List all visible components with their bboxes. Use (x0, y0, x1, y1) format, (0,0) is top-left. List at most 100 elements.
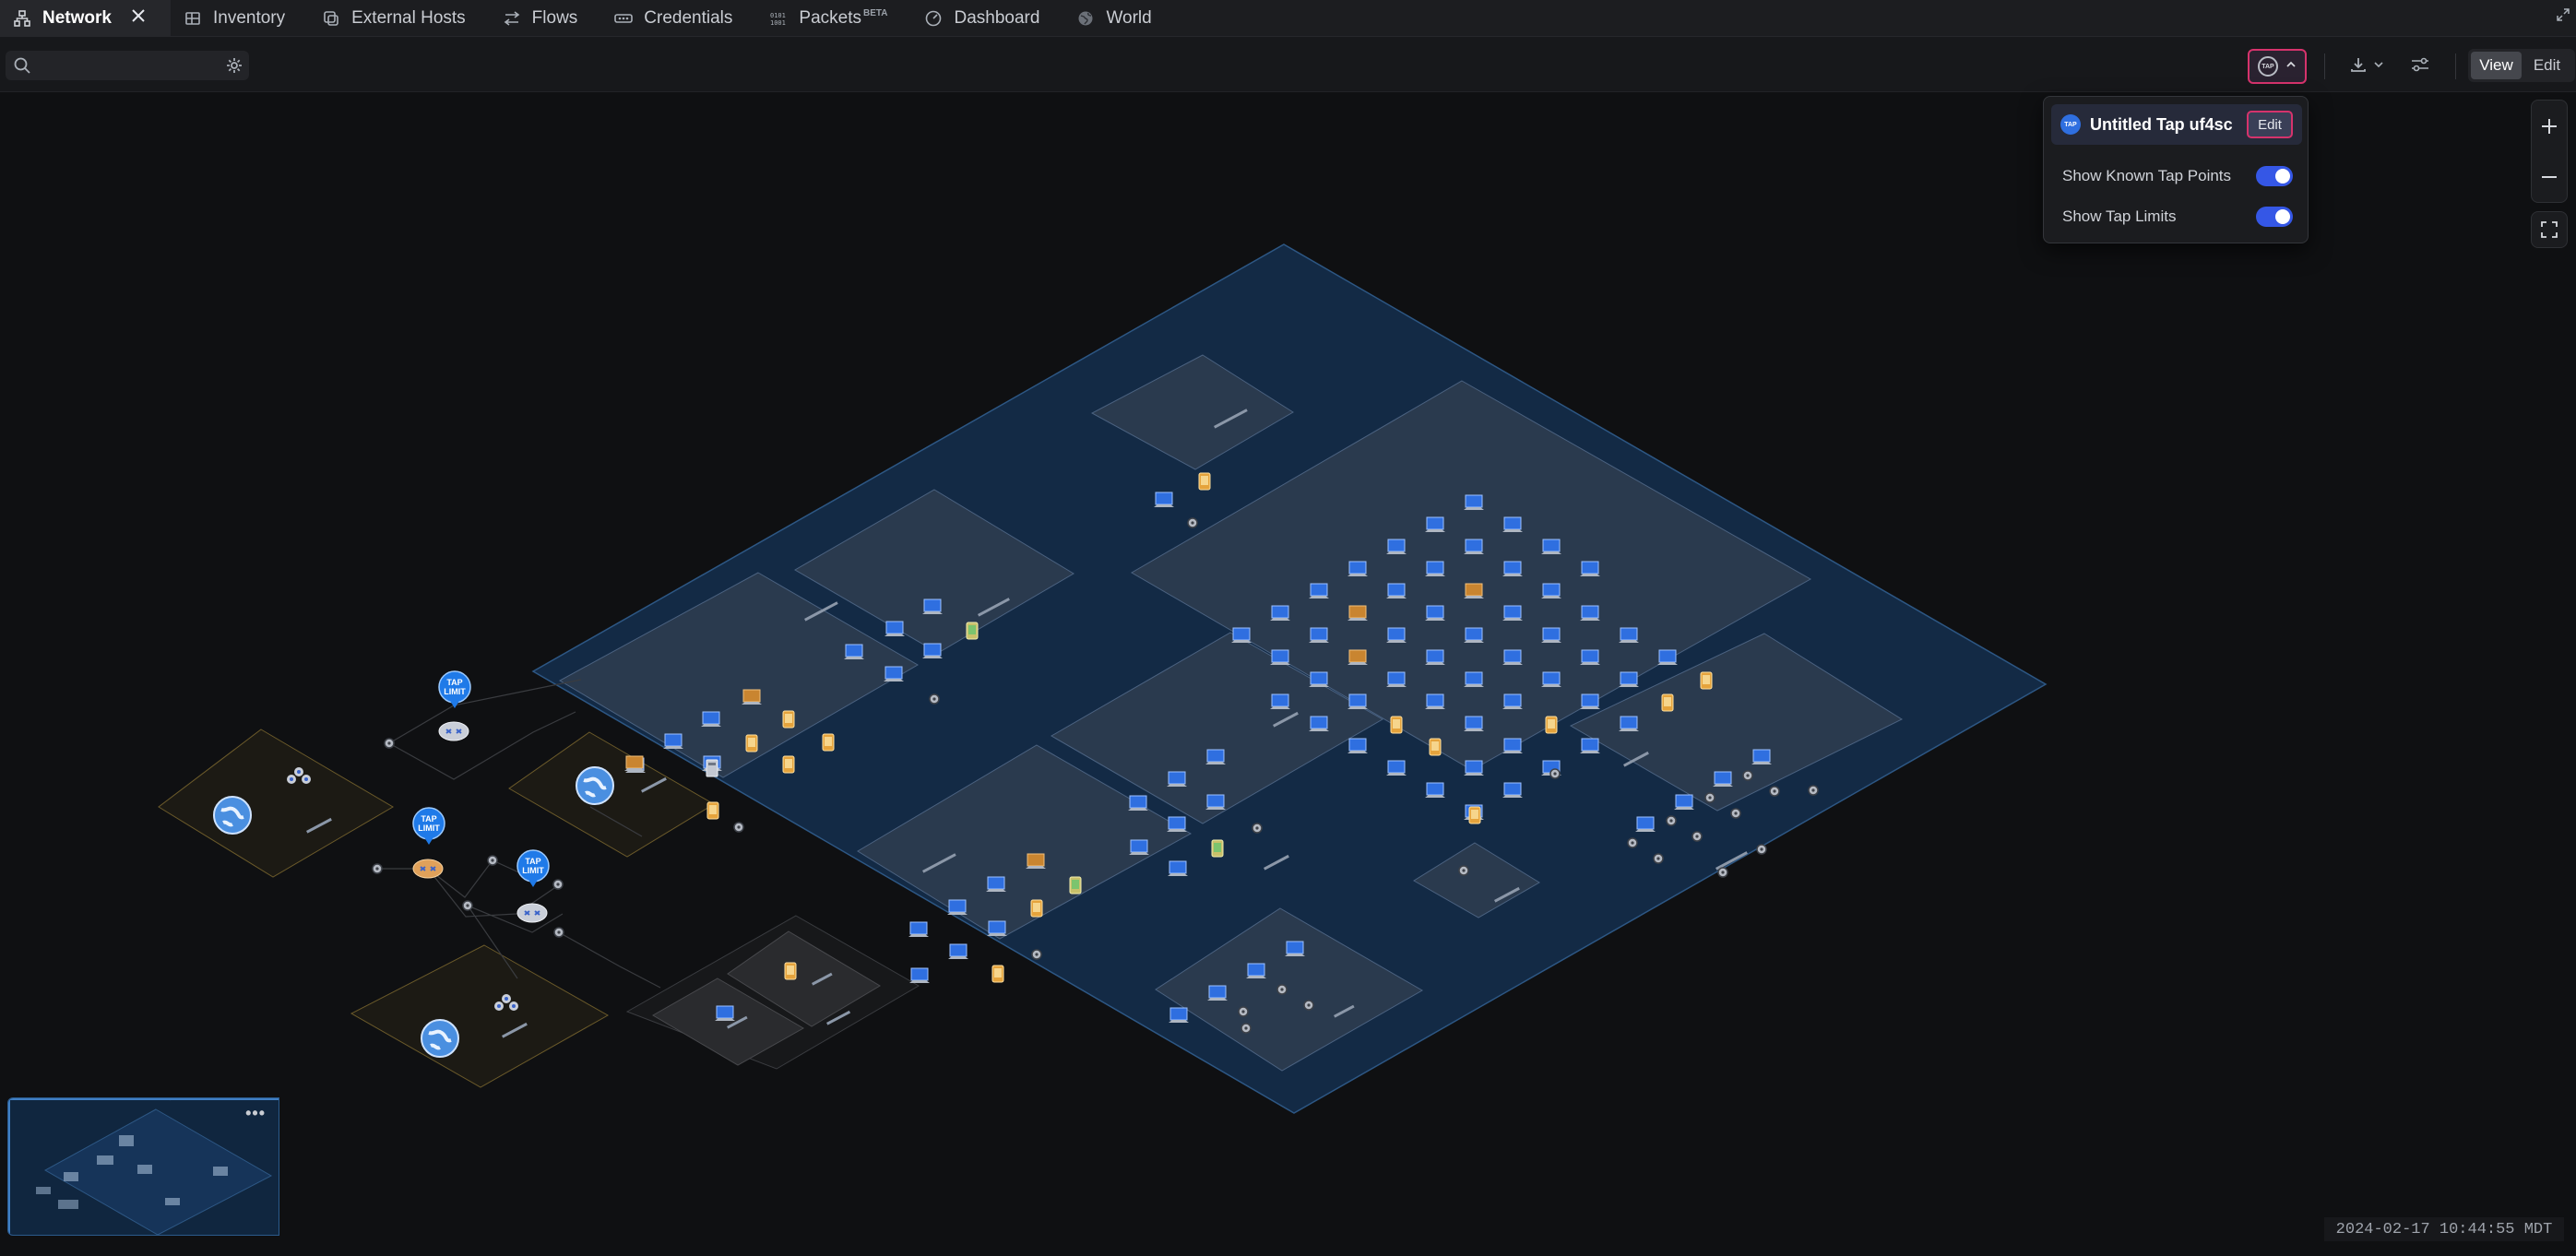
router-icon[interactable] (516, 903, 548, 923)
edit-tap-button[interactable]: Edit (2247, 111, 2293, 138)
tab-credentials[interactable]: Credentials (601, 0, 756, 37)
workstation-icon[interactable] (1245, 963, 1267, 979)
settings-sliders-button[interactable] (2405, 52, 2435, 81)
workstation-icon[interactable] (1205, 749, 1227, 765)
maximize-icon[interactable] (2556, 7, 2570, 27)
workstation-icon[interactable] (1025, 853, 1047, 870)
hub-node-icon[interactable] (462, 900, 473, 911)
workstation-icon[interactable] (1502, 693, 1524, 710)
workstation-icon[interactable] (1579, 738, 1601, 754)
workstation-icon[interactable] (1540, 583, 1562, 599)
workstation-icon[interactable] (662, 733, 684, 750)
mobile-device-icon[interactable] (1211, 839, 1224, 858)
workstation-icon[interactable] (1502, 561, 1524, 577)
hub-node-icon[interactable] (384, 738, 395, 749)
device-node-icon[interactable] (1717, 867, 1728, 878)
workstation-icon[interactable] (1424, 605, 1446, 622)
workstation-icon[interactable] (1502, 605, 1524, 622)
mobile-device-icon[interactable] (1429, 738, 1442, 756)
workstation-icon[interactable] (1269, 605, 1291, 622)
workstation-icon[interactable] (1385, 760, 1407, 776)
workstation-icon[interactable] (1308, 671, 1330, 688)
workstation-icon[interactable] (1424, 693, 1446, 710)
gear-icon[interactable] (225, 56, 243, 79)
mobile-device-icon[interactable] (1069, 876, 1082, 895)
workstation-icon[interactable] (1579, 649, 1601, 666)
fit-to-screen-button[interactable] (2531, 211, 2568, 248)
workstation-icon[interactable] (1502, 738, 1524, 754)
workstation-icon[interactable] (921, 643, 944, 659)
mobile-device-icon[interactable] (745, 734, 758, 752)
tab-flows[interactable]: Flows (490, 0, 602, 37)
device-node-icon[interactable] (1742, 770, 1753, 781)
mobile-device-icon[interactable] (1661, 693, 1674, 712)
device-node-icon[interactable] (929, 693, 940, 705)
workstation-icon[interactable] (1502, 516, 1524, 533)
workstation-icon[interactable] (1230, 627, 1252, 644)
workstation-icon[interactable] (1634, 816, 1656, 833)
workstation-icon[interactable] (1385, 627, 1407, 644)
workstation-icon[interactable] (986, 920, 1008, 937)
workstation-icon[interactable] (1347, 693, 1369, 710)
tap-selector-button[interactable]: TAP (2248, 49, 2307, 84)
device-node-icon[interactable] (1031, 949, 1042, 960)
workstation-icon[interactable] (1168, 1007, 1190, 1024)
device-node-icon[interactable] (1666, 815, 1677, 826)
device-node-icon[interactable] (1252, 823, 1263, 834)
mobile-device-icon[interactable] (1390, 716, 1403, 734)
tab-world[interactable]: World (1063, 0, 1175, 37)
minimap-menu-icon[interactable]: ••• (245, 1104, 266, 1123)
device-node-icon[interactable] (1627, 837, 1638, 848)
tap-limit-marker[interactable]: TAP LIMIT (412, 807, 445, 846)
workstation-icon[interactable] (1127, 795, 1149, 812)
workstation-icon[interactable] (1712, 771, 1734, 788)
workstation-icon[interactable] (843, 644, 865, 660)
minimap[interactable]: ••• (7, 1097, 279, 1236)
workstation-icon[interactable] (1269, 693, 1291, 710)
mobile-device-icon[interactable] (991, 965, 1004, 983)
search-input[interactable] (37, 51, 212, 80)
workstation-icon[interactable] (946, 899, 968, 916)
mobile-device-icon[interactable] (1198, 472, 1211, 491)
workstation-icon[interactable] (1540, 627, 1562, 644)
device-node-icon[interactable] (1303, 1000, 1314, 1011)
server-icon[interactable] (706, 759, 718, 777)
tab-packets[interactable]: 0101 1001 Packets BETA (756, 0, 911, 37)
router-icon[interactable] (412, 859, 444, 879)
internet-globe-icon[interactable] (212, 795, 253, 835)
zoom-in-button[interactable] (2532, 101, 2567, 151)
device-node-icon[interactable] (1549, 768, 1561, 779)
device-node-icon[interactable] (1241, 1023, 1252, 1034)
tab-network[interactable]: Network (0, 0, 171, 37)
workstation-icon[interactable] (908, 921, 930, 938)
external-zone[interactable] (158, 729, 394, 878)
workstation-icon[interactable] (1463, 539, 1485, 555)
workstation-icon[interactable] (1166, 771, 1188, 788)
workstation-icon[interactable] (1424, 782, 1446, 799)
close-tab-icon[interactable] (130, 7, 147, 30)
zoom-out-button[interactable] (2532, 151, 2567, 202)
device-node-icon[interactable] (1276, 984, 1288, 995)
tab-inventory[interactable]: Inventory (171, 0, 309, 37)
workstation-icon[interactable] (1463, 627, 1485, 644)
workstation-icon[interactable] (1463, 760, 1485, 776)
workstation-icon[interactable] (1167, 860, 1189, 877)
mobile-device-icon[interactable] (1545, 716, 1558, 734)
device-node-icon[interactable] (1704, 792, 1715, 803)
workstation-icon[interactable] (741, 689, 763, 705)
device-node-icon[interactable] (1653, 853, 1664, 864)
mobile-device-icon[interactable] (1468, 806, 1481, 824)
workstation-icon[interactable] (908, 967, 931, 984)
download-button[interactable] (2345, 52, 2389, 81)
workstation-icon[interactable] (1502, 782, 1524, 799)
workstation-icon[interactable] (1206, 985, 1229, 1001)
workstation-icon[interactable] (1424, 516, 1446, 533)
hub-node-icon[interactable] (553, 927, 564, 938)
workstation-icon[interactable] (1463, 494, 1485, 511)
hub-node-icon[interactable] (487, 855, 498, 866)
network-map[interactable]: TAP LIMIT TAP LIMIT TAP LIMIT (0, 93, 2576, 1256)
workstation-icon[interactable] (1284, 941, 1306, 957)
mobile-device-icon[interactable] (966, 622, 979, 640)
workstation-icon[interactable] (1308, 627, 1330, 644)
view-mode-button[interactable]: View (2471, 52, 2522, 79)
